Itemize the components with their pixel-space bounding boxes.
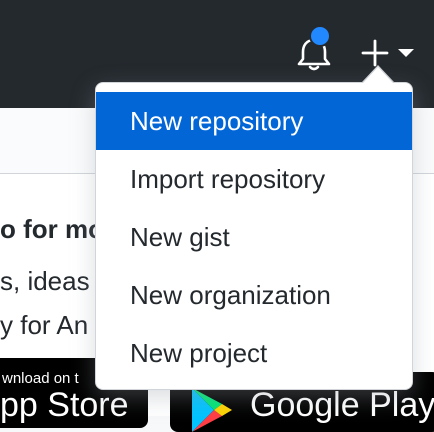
menu-item-new-gist[interactable]: New gist <box>96 208 412 266</box>
menu-item-new-project[interactable]: New project <box>96 324 412 382</box>
menu-item-import-repository[interactable]: Import repository <box>96 150 412 208</box>
promo-heading: o for mo <box>0 214 104 244</box>
notification-indicator <box>309 25 331 47</box>
create-new-dropdown-menu: New repository Import repository New gis… <box>95 82 413 390</box>
create-new-dropdown-toggle[interactable] <box>358 38 418 68</box>
app-store-badge-caption: wnload on t <box>2 370 79 387</box>
app-store-badge-title: pp Store <box>0 386 129 424</box>
promo-text-line: s, ideas <box>0 266 90 296</box>
promo-text-line: y for An <box>0 310 89 340</box>
dropdown-caret-fill <box>363 67 393 83</box>
google-play-icon <box>192 388 232 432</box>
google-play-badge-title: Google Play <box>250 386 434 424</box>
menu-item-new-organization[interactable]: New organization <box>96 266 412 324</box>
plus-icon <box>361 39 389 67</box>
caret-down-icon <box>398 49 414 57</box>
menu-item-new-repository[interactable]: New repository <box>96 92 412 150</box>
